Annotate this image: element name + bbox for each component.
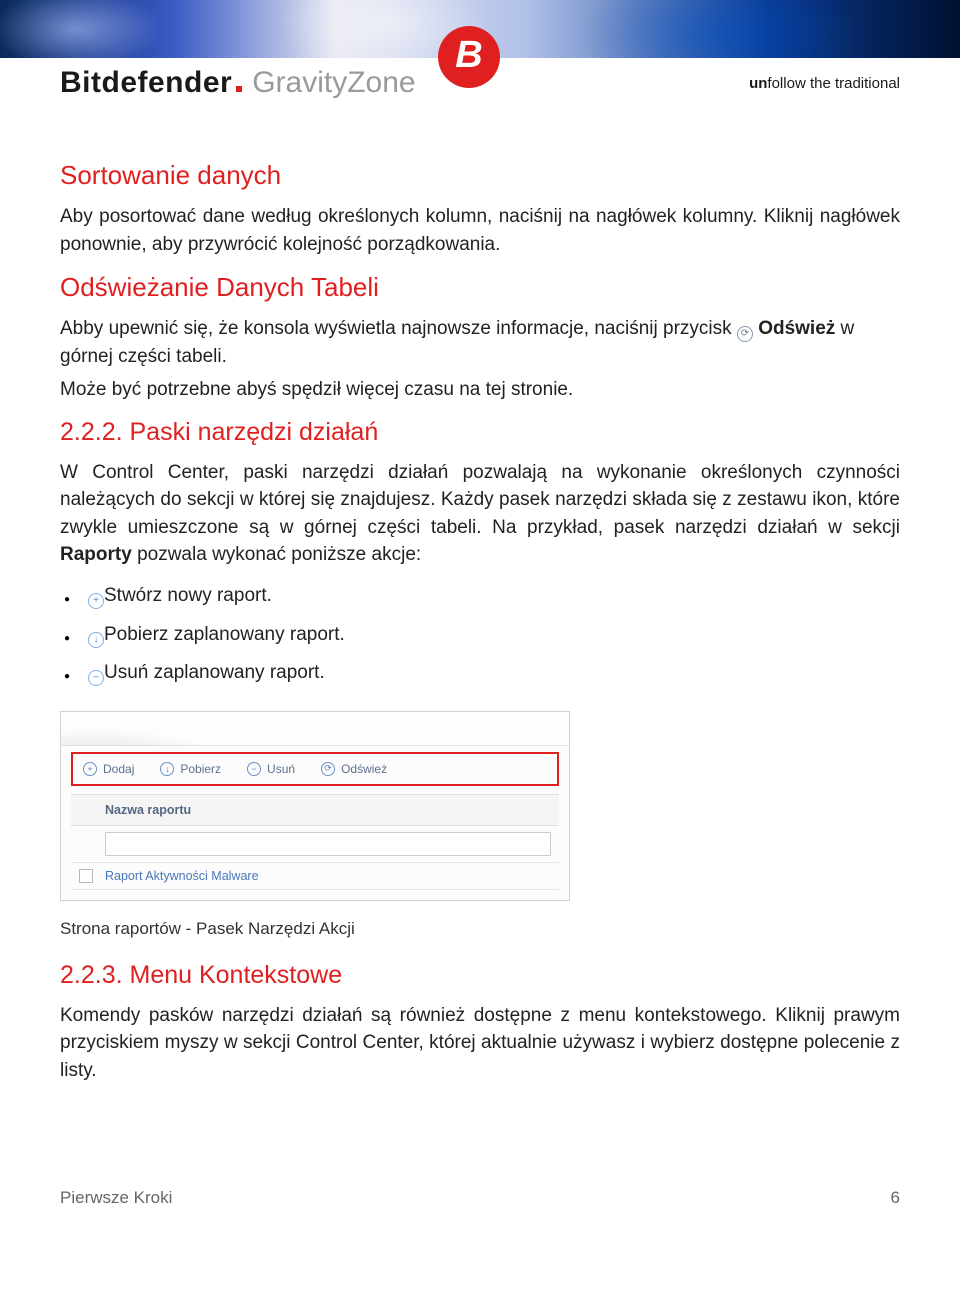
download-icon: ↓	[160, 762, 174, 776]
row-checkbox[interactable]	[79, 869, 93, 883]
minus-icon: −	[247, 762, 261, 776]
download-icon: ↓	[88, 632, 104, 648]
para-222: W Control Center, paski narzędzi działań…	[60, 459, 900, 569]
para-222-b: pozwala wykonać poniższe akcje:	[132, 544, 421, 565]
brand-badge-letter: B	[455, 36, 482, 74]
para-222-bold: Raporty	[60, 544, 132, 565]
tb-add-label: Dodaj	[103, 762, 134, 776]
screenshot-filter-row	[71, 826, 559, 863]
tagline: unfollow the traditional	[749, 75, 900, 92]
plus-icon: +	[83, 762, 97, 776]
para-odswiezanie-1: Abby upewnić się, że konsola wyświetla n…	[60, 315, 900, 370]
heading-222: 2.2.2. Paski narzędzi działań	[60, 418, 900, 447]
brand-left: Bitdefender GravityZone	[60, 66, 416, 100]
tb-download[interactable]: ↓ Pobierz	[160, 762, 221, 776]
screenshot-filter-input[interactable]	[105, 832, 551, 856]
tb-download-label: Pobierz	[180, 762, 221, 776]
bullet-list: +Stwórz nowy raport. ↓Pobierz zaplanowan…	[60, 583, 900, 687]
bullet-1: +Stwórz nowy raport.	[88, 583, 900, 610]
content: Sortowanie danych Aby posortować dane we…	[0, 100, 960, 1084]
refresh-icon: ⟳	[737, 326, 753, 342]
footer-left: Pierwsze Kroki	[60, 1188, 172, 1208]
bullet-2: ↓Pobierz zaplanowany raport.	[88, 622, 900, 649]
para-223: Komendy pasków narzędzi działań są równi…	[60, 1002, 900, 1085]
para-odswiezanie-1a: Abby upewnić się, że konsola wyświetla n…	[60, 318, 737, 339]
screenshot-caption: Strona raportów - Pasek Narzędzi Akcji	[60, 919, 900, 939]
row-cell: Raport Aktywności Malware	[105, 869, 259, 883]
screenshot-col-header[interactable]: Nazwa raportu	[71, 794, 559, 826]
tb-refresh-label: Odśwież	[341, 762, 387, 776]
bullet-3: −Usuń zaplanowany raport.	[88, 660, 900, 687]
bullet-3-text: Usuń zaplanowany raport.	[104, 662, 325, 683]
screenshot-toolbar-row: + Dodaj ↓ Pobierz − Usuń ⟳ Odśwież	[71, 752, 559, 786]
screenshot-table: Nazwa raportu Raport Aktywności Malware	[61, 794, 569, 900]
footer: Pierwsze Kroki 6	[0, 1098, 960, 1208]
tagline-prefix: un	[749, 75, 767, 92]
screenshot-toolbar: + Dodaj ↓ Pobierz − Usuń ⟳ Odśwież Nazwa…	[60, 711, 570, 901]
refresh-icon: ⟳	[321, 762, 335, 776]
minus-icon: −	[88, 670, 104, 686]
brand-bitdefender: Bitdefender	[60, 66, 232, 100]
brand-row: Bitdefender GravityZone B unfollow the t…	[0, 58, 960, 100]
table-row[interactable]: Raport Aktywności Malware	[71, 863, 559, 890]
screenshot-top-bar	[61, 712, 569, 746]
tb-refresh[interactable]: ⟳ Odśwież	[321, 762, 387, 776]
heading-223: 2.2.3. Menu Kontekstowe	[60, 961, 900, 990]
heading-sortowanie: Sortowanie danych	[60, 160, 900, 191]
brand-badge: B	[438, 26, 500, 88]
tb-delete[interactable]: − Usuń	[247, 762, 295, 776]
brand-dot-icon	[236, 86, 242, 92]
plus-icon: +	[88, 593, 104, 609]
tagline-rest: follow the traditional	[767, 75, 900, 92]
footer-page-number: 6	[891, 1188, 900, 1208]
para-odswiezanie-2: Może być potrzebne abyś spędził więcej c…	[60, 376, 900, 404]
para-sortowanie: Aby posortować dane według określonych k…	[60, 203, 900, 258]
tb-add[interactable]: + Dodaj	[83, 762, 134, 776]
bullet-1-text: Stwórz nowy raport.	[104, 585, 272, 606]
para-odswiezanie-bold: Odśwież	[758, 318, 835, 339]
para-222-a: W Control Center, paski narzędzi działań…	[60, 462, 900, 538]
bullet-2-text: Pobierz zaplanowany raport.	[104, 624, 345, 645]
heading-odswiezanie: Odświeżanie Danych Tabeli	[60, 272, 900, 303]
tb-delete-label: Usuń	[267, 762, 295, 776]
brand-gravityzone: GravityZone	[252, 66, 415, 100]
